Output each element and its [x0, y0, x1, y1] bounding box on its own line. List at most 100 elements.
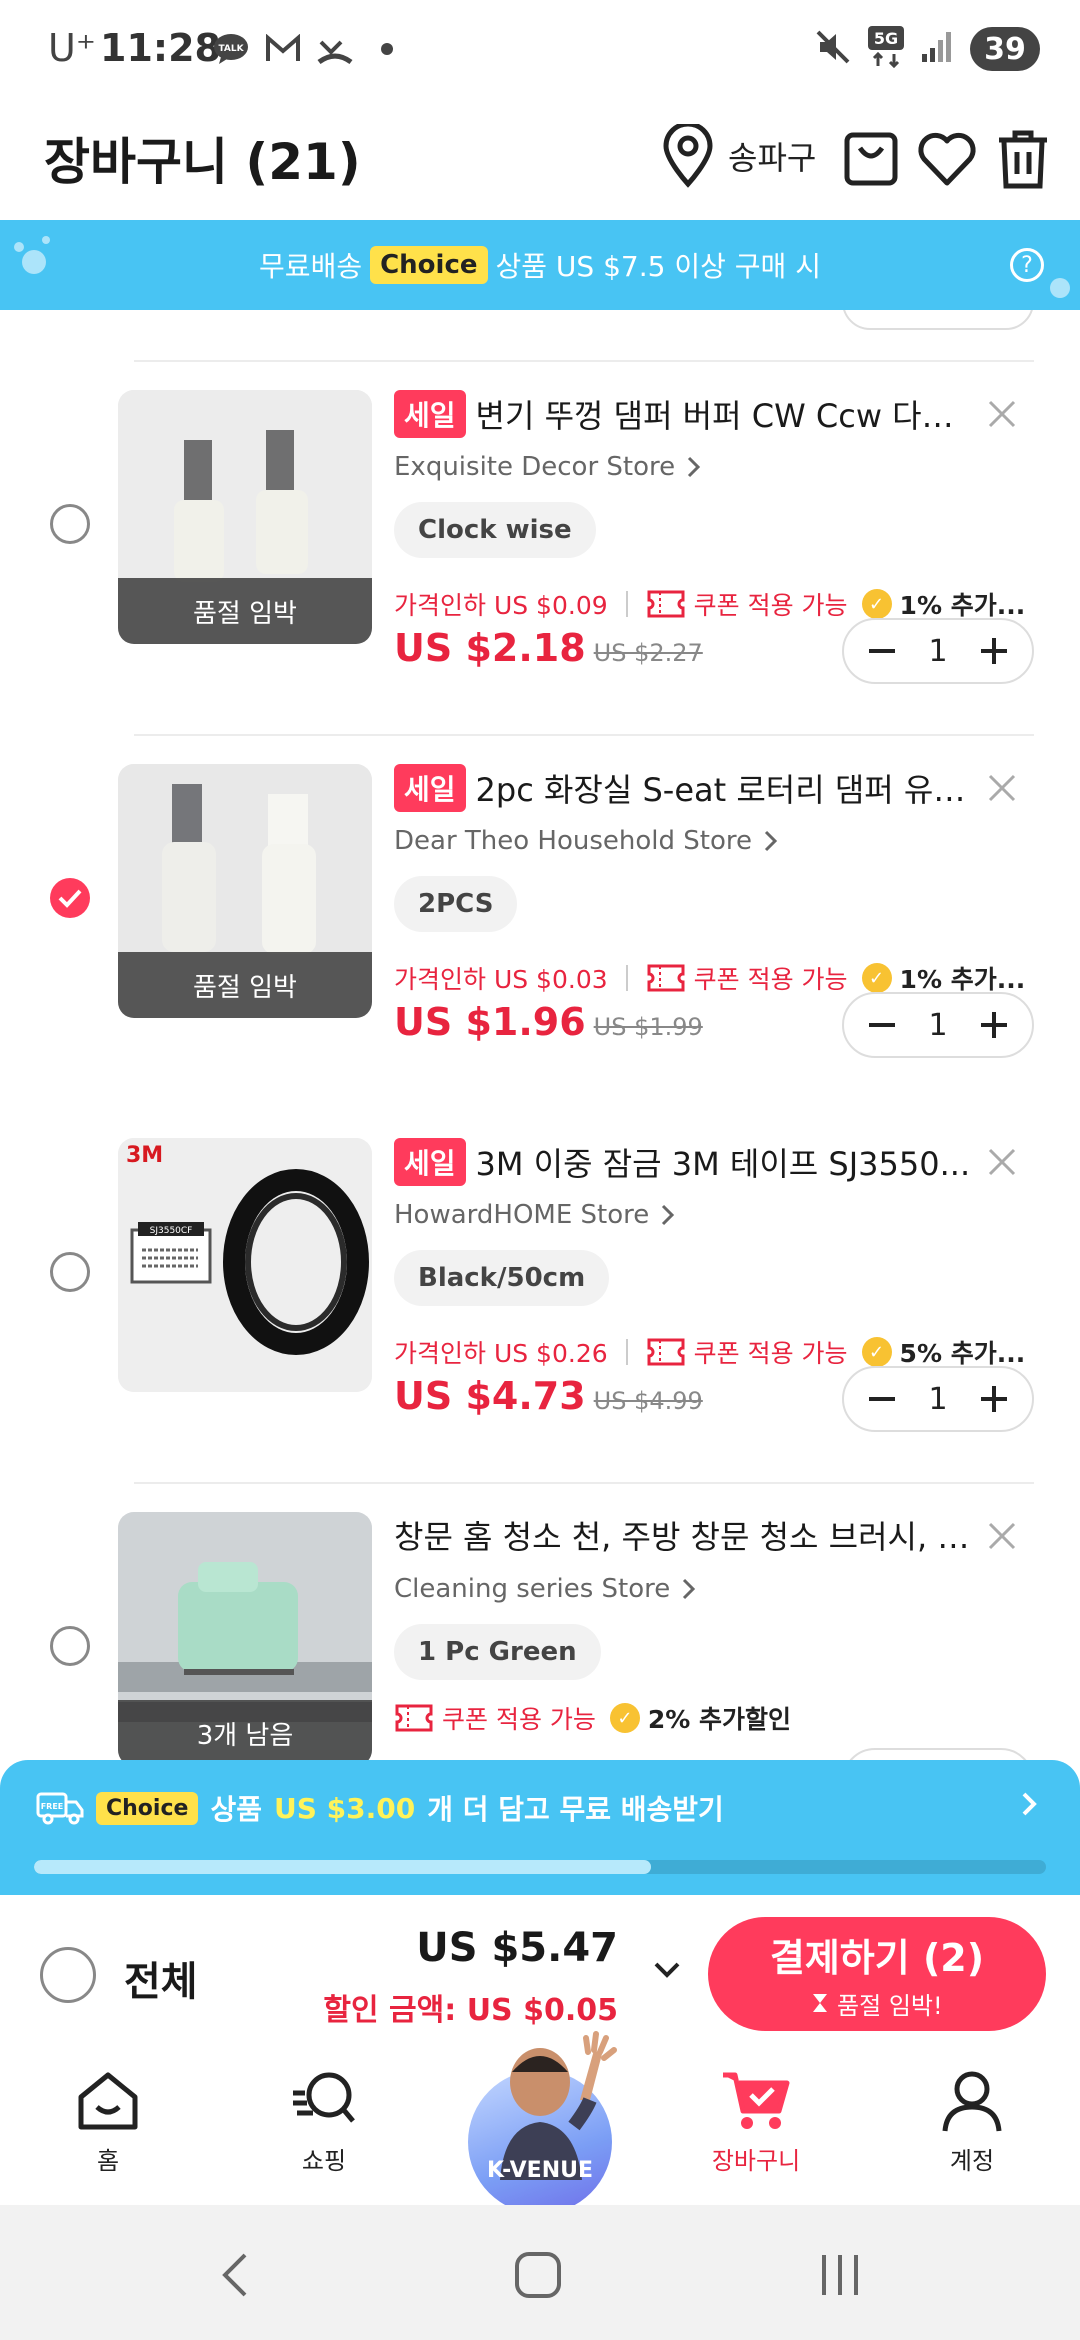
nav-shopping[interactable]: 쇼핑	[254, 2069, 394, 2176]
remove-item-button[interactable]	[982, 1142, 1022, 1182]
remove-item-button[interactable]	[982, 1516, 1022, 1556]
extra-discount: 2% 추가할인	[647, 1705, 792, 1734]
product-name: 창문 홈 청소 천, 주방 창문 청소 브러시, 창...	[394, 1518, 974, 1556]
product-thumbnail[interactable]: 3개 남음	[118, 1512, 372, 1760]
nav-home[interactable]: 홈	[38, 2069, 178, 2176]
cart-item: 3M SJ3550CF 세일 3M 이중 잠금 3M 테이프 SJ3550...…	[0, 1138, 1080, 1512]
cart-item: 3개 남음 창문 홈 청소 천, 주방 창문 청소 브러시, 창... Clea…	[0, 1512, 1080, 1760]
k-venue-button[interactable]: K-VENUE	[468, 2030, 617, 2214]
decrease-button[interactable]	[862, 1005, 902, 1045]
coupon-info[interactable]: 쿠폰 적용 가능	[646, 586, 848, 622]
select-all-radio[interactable]	[40, 1947, 96, 2003]
item-select-radio[interactable]	[50, 1252, 90, 1292]
store-name: Cleaning series Store	[394, 1574, 671, 1604]
page-title: 장바구니 (21)	[44, 133, 361, 191]
coupon-info[interactable]: 쿠폰 적용 가능	[646, 960, 848, 996]
variant-selector[interactable]: Clock wise	[394, 502, 596, 558]
stock-overlay: 품절 임박	[118, 952, 372, 1018]
svg-text:5G: 5G	[874, 29, 898, 48]
nav-label: 홈	[96, 2147, 120, 2175]
price-drop: 가격인하 US $0.26	[394, 1339, 608, 1368]
help-icon[interactable]: ?	[1010, 248, 1044, 282]
shipping-amount: US $3.00	[273, 1791, 416, 1825]
decrease-button[interactable]	[862, 1379, 902, 1419]
decrease-button[interactable]	[862, 631, 902, 671]
product-thumbnail[interactable]: 품절 임박	[118, 764, 372, 1018]
location-pin-icon	[663, 124, 713, 188]
free-shipping-progress-bar[interactable]: FREE Choice 상품 US $3.00 개 더 담고 무료 배송받기	[0, 1760, 1080, 1895]
back-icon	[222, 2253, 247, 2297]
close-icon	[988, 1148, 1016, 1176]
store-link[interactable]: Cleaning series Store	[394, 1574, 696, 1604]
product-title-row[interactable]: 세일 변기 뚜껑 댐퍼 버퍼 CW Ccw 다기...	[394, 390, 974, 438]
home-button[interactable]	[508, 2245, 568, 2305]
shopping-bag-button[interactable]	[836, 124, 906, 194]
product-name: 변기 뚜껑 댐퍼 버퍼 CW Ccw 다기...	[475, 397, 974, 435]
item-select-radio[interactable]	[50, 1626, 90, 1666]
location-selector[interactable]: 송파구	[660, 124, 816, 188]
chevron-down-icon[interactable]	[652, 1959, 682, 1981]
increase-button[interactable]	[974, 631, 1014, 671]
checkout-button-sub: 품절 임박!	[811, 1986, 943, 2021]
separator	[625, 591, 628, 617]
coupon-icon	[647, 964, 685, 992]
recents-icon	[822, 2255, 858, 2295]
quantity-stepper: 1	[842, 1366, 1034, 1432]
delete-button[interactable]	[988, 124, 1058, 194]
quantity-stepper: 1	[842, 992, 1034, 1058]
variant-selector[interactable]: Black/50cm	[394, 1250, 610, 1306]
nav-account[interactable]: 계정	[902, 2069, 1042, 2176]
plus-icon	[981, 1386, 1007, 1412]
mail-icon	[264, 30, 302, 68]
store-link[interactable]: Exquisite Decor Store	[394, 452, 701, 482]
coupon-icon	[395, 1704, 433, 1732]
store-name: Dear Theo Household Store	[394, 826, 753, 856]
quantity-stepper	[842, 1748, 1034, 1760]
increase-button[interactable]	[974, 1005, 1014, 1045]
item-select-radio[interactable]	[50, 504, 90, 544]
cart-item: 품절 임박 세일 변기 뚜껑 댐퍼 버퍼 CW Ccw 다기... Exquis…	[0, 390, 1080, 764]
store-link[interactable]: Dear Theo Household Store	[394, 826, 778, 856]
increase-button[interactable]	[974, 1379, 1014, 1419]
item-select-radio[interactable]	[50, 878, 90, 918]
location-label: 송파구	[728, 139, 817, 177]
person-icon	[942, 2071, 1002, 2132]
nav-cart[interactable]: 장바구니	[686, 2069, 826, 2176]
remove-item-button[interactable]	[982, 768, 1022, 808]
checkout-button[interactable]: 결제하기 (2) 품절 임박!	[708, 1917, 1046, 2031]
variant-selector[interactable]: 2PCS	[394, 876, 518, 932]
cart-header: 장바구니 (21) 송파구	[0, 100, 1080, 220]
back-button[interactable]	[204, 2245, 264, 2305]
nav-label: 장바구니	[711, 2147, 801, 2175]
product-title-row[interactable]: 세일 3M 이중 잠금 3M 테이프 SJ3550...	[394, 1138, 974, 1186]
variant-selector[interactable]: 1 Pc Green	[394, 1624, 601, 1680]
coin-icon: ✓	[861, 963, 892, 993]
cart-item-list[interactable]: 품절 임박 세일 변기 뚜껑 댐퍼 버퍼 CW Ccw 다기... Exquis…	[0, 310, 1080, 1760]
coupon-icon	[647, 590, 685, 618]
mute-icon	[814, 28, 852, 70]
home-icon	[78, 2072, 138, 2130]
coupon-info[interactable]: 쿠폰 적용 가능	[394, 1700, 596, 1736]
recents-button[interactable]	[810, 2245, 870, 2305]
banner-suffix: 상품 US $7.5 이상 구매 시	[495, 250, 821, 283]
store-link[interactable]: HowardHOME Store	[394, 1200, 675, 1230]
product-title-row[interactable]: 창문 홈 청소 천, 주방 창문 청소 브러시, 창...	[394, 1512, 974, 1558]
remove-item-button[interactable]	[982, 394, 1022, 434]
current-price: US $1.96	[394, 1000, 586, 1044]
5g-icon: 5G	[868, 26, 904, 72]
missed-call-icon	[316, 30, 354, 68]
product-thumbnail[interactable]: 3M SJ3550CF	[118, 1138, 372, 1392]
wishlist-button[interactable]	[912, 124, 982, 194]
promo-row: 가격인하 US $0.09 쿠폰 적용 가능 ✓ 1% 추가...	[394, 586, 1034, 622]
select-all-label[interactable]: 전체	[124, 1949, 198, 2007]
price-row: US $1.96 US $1.99	[394, 1000, 703, 1044]
low-stock-note: 품절 임박!	[837, 1992, 943, 2020]
product-title-row[interactable]: 세일 2pc 화장실 S-eat 로터리 댐퍼 유압...	[394, 764, 974, 812]
free-truck-icon: FREE	[36, 1792, 84, 1825]
notification-icons: TALK	[212, 30, 406, 68]
product-thumbnail[interactable]: 품절 임박	[118, 390, 372, 644]
stock-overlay: 품절 임박	[118, 578, 372, 644]
coupon-info[interactable]: 쿠폰 적용 가능	[646, 1334, 848, 1370]
nav-label: 계정	[949, 2147, 995, 2175]
system-navigation-bar	[0, 2205, 1080, 2340]
